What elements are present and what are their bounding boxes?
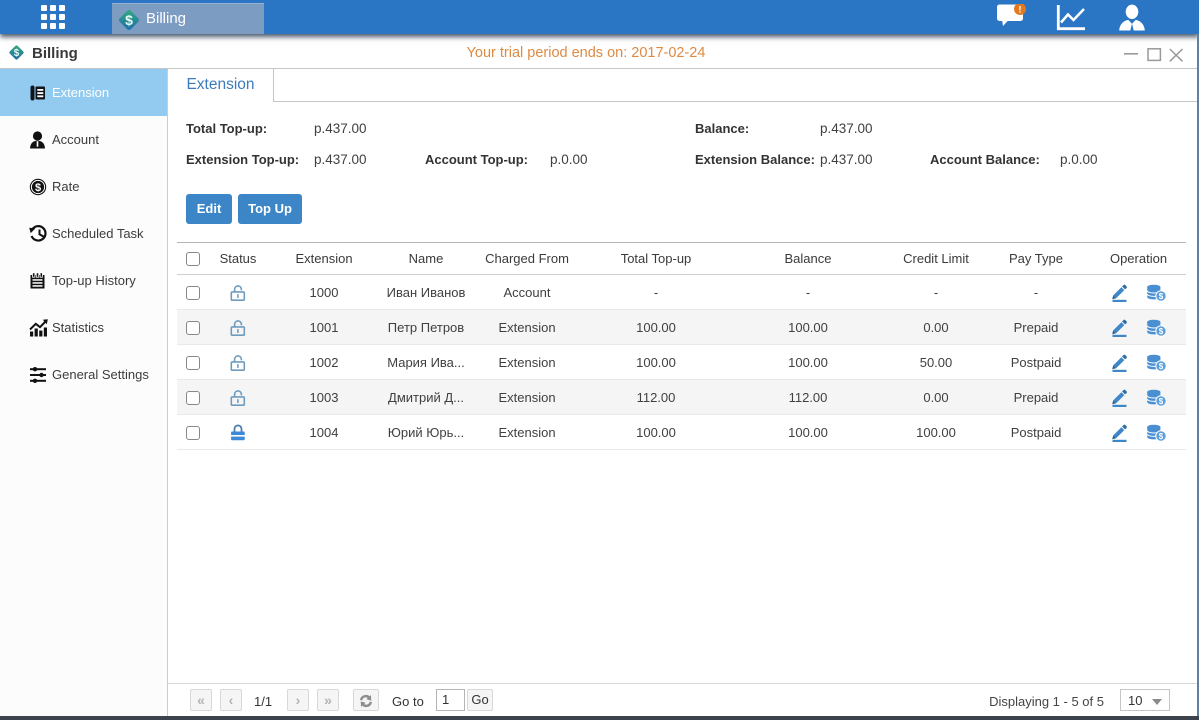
svg-text:$: $ [1159,361,1164,370]
svg-text:$: $ [1159,326,1164,335]
svg-text:!: ! [1018,4,1021,15]
svg-text:$: $ [1159,291,1164,300]
svg-text:$: $ [1159,396,1164,405]
svg-text:$: $ [1159,431,1164,440]
svg-text:$: $ [35,182,41,194]
svg-text:$: $ [125,12,133,28]
